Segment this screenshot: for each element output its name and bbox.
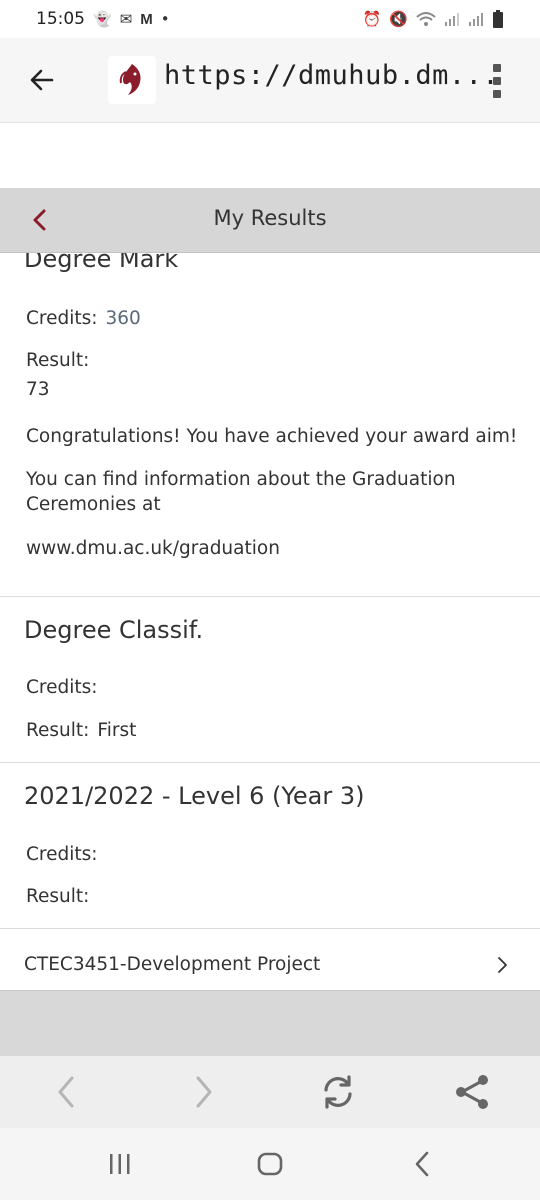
list-item[interactable]: CTEC3451-Development Project (0, 929, 540, 989)
divider (0, 596, 540, 597)
award-message: Congratulations! You have achieved your … (26, 426, 518, 447)
result-value: First (97, 720, 137, 741)
forward-nav-icon[interactable] (182, 1074, 222, 1110)
footer-area (0, 990, 540, 1057)
back-icon[interactable] (410, 1150, 434, 1178)
mute-icon: 🔇 (389, 10, 408, 28)
site-logo (108, 56, 156, 104)
result-value: 73 (26, 379, 50, 400)
section-heading: Degree Classif. (24, 616, 204, 644)
section-heading: 2021/2022 - Level 6 (Year 3) (24, 782, 365, 810)
system-nav-bar (0, 1128, 540, 1200)
browser-bottom-bar (0, 1056, 540, 1128)
wifi-icon (416, 12, 436, 26)
dot-icon: • (160, 10, 170, 28)
gmail-icon: M (140, 10, 153, 28)
result-label: Result: (26, 720, 90, 741)
result-label: Result: (26, 886, 90, 907)
results-list[interactable]: Degree Mark Credits: 360 Result: 73 Congr… (0, 253, 540, 990)
divider (0, 762, 540, 763)
graduation-link[interactable]: www.dmu.ac.uk/graduation (26, 538, 280, 559)
battery-icon (493, 10, 503, 28)
signal-icon (445, 13, 459, 26)
page-header: My Results (0, 188, 540, 253)
signal-icon (469, 13, 483, 26)
section-heading: Degree Mark (24, 253, 179, 273)
arrow-left-icon[interactable] (26, 64, 58, 96)
status-bar: 15:05 👻 ✉ M • ⏰ 🔇 (0, 0, 540, 38)
result-label: Result: (26, 350, 90, 371)
graduation-info-cont: Ceremonies at (26, 494, 161, 515)
page-title: My Results (213, 206, 327, 230)
module-label: CTEC3451-Development Project (24, 954, 321, 975)
chevron-right-icon (498, 957, 507, 973)
snapchat-icon: 👻 (93, 10, 112, 28)
credits-label: Credits: (26, 677, 98, 698)
credits-row: Credits: 360 (26, 308, 141, 329)
refresh-icon[interactable] (318, 1074, 358, 1110)
back-nav-icon[interactable] (48, 1074, 88, 1110)
home-icon[interactable] (256, 1150, 284, 1178)
mail-icon: ✉ (119, 10, 133, 28)
kebab-menu-icon[interactable] (490, 64, 504, 98)
credits-label: Credits: (26, 844, 98, 865)
clock: 15:05 (36, 9, 85, 29)
alarm-icon: ⏰ (362, 10, 382, 28)
credits-label: Credits: (26, 308, 98, 329)
credits-value: 360 (105, 308, 141, 329)
browser-toolbar: https://dmuhub.dm... (0, 38, 540, 123)
graduation-info: You can find information about the Gradu… (26, 469, 456, 490)
url-bar[interactable]: https://dmuhub.dm... (164, 60, 499, 91)
recent-apps-icon[interactable] (106, 1152, 134, 1176)
share-icon[interactable] (452, 1074, 492, 1110)
result-row: Result: First (26, 720, 136, 741)
